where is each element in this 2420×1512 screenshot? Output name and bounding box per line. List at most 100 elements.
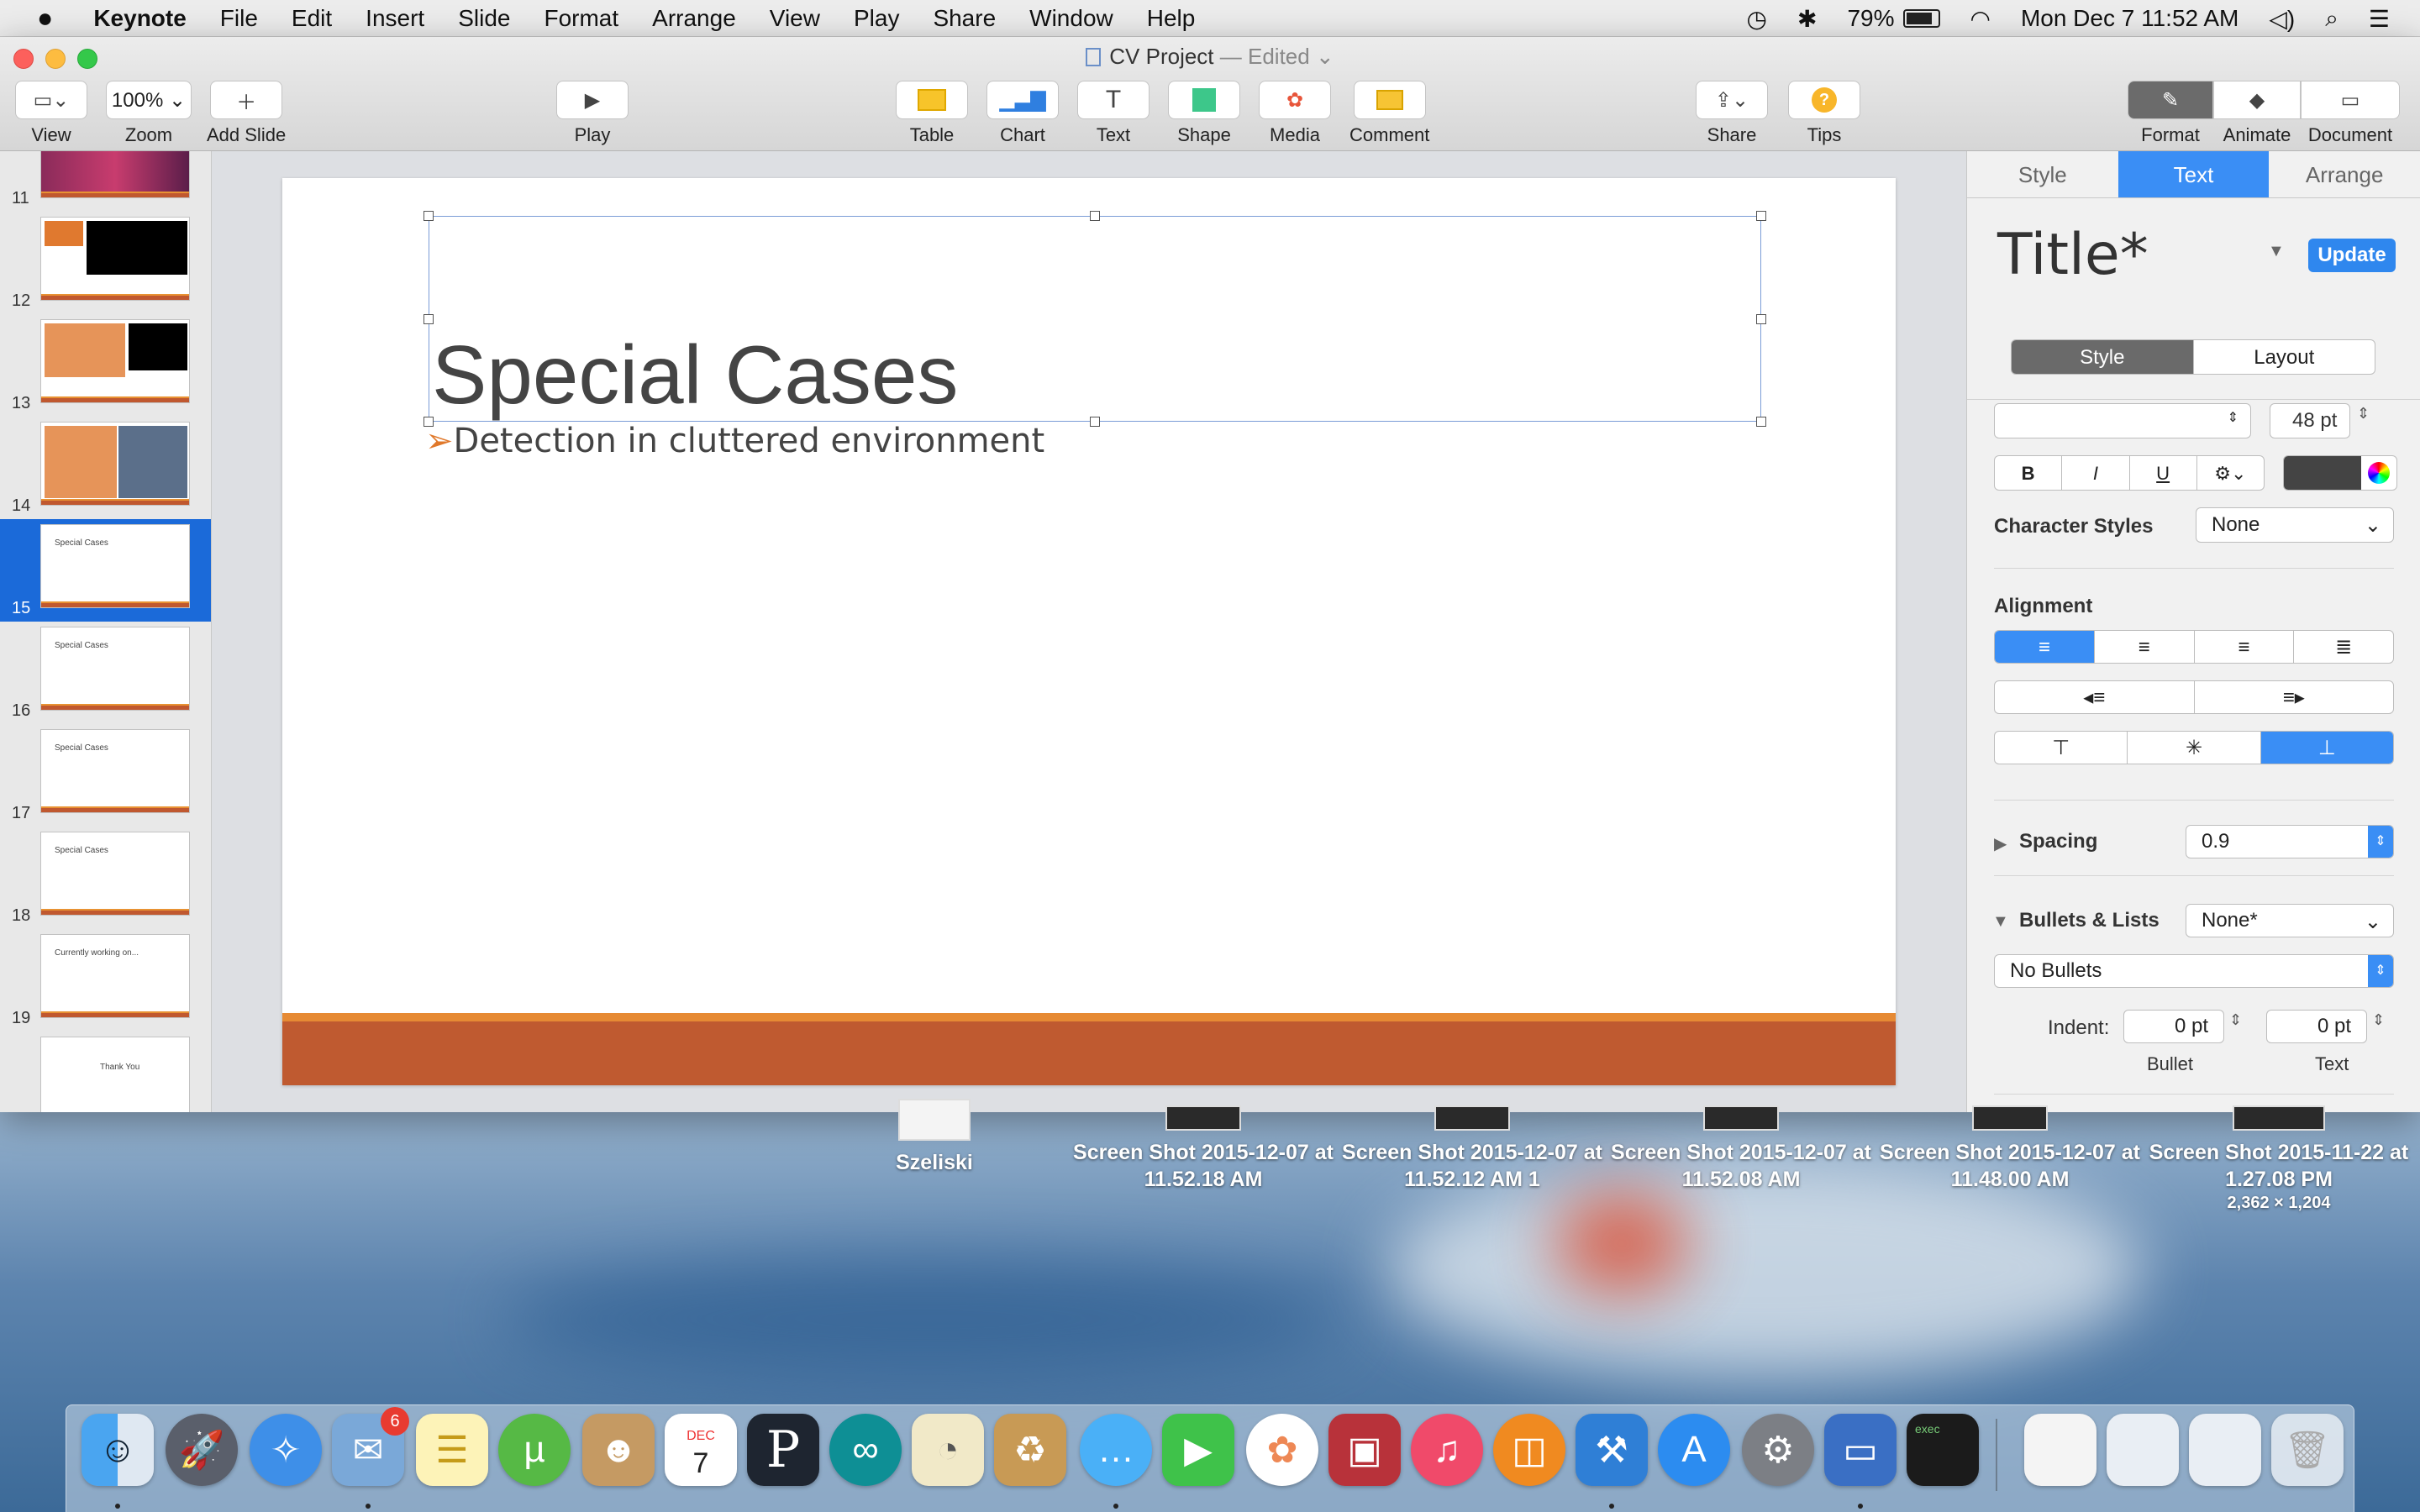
media-button[interactable]: ✿ Media: [1259, 81, 1331, 146]
downloads-stack-icon[interactable]: [2107, 1414, 2179, 1486]
notification-center-icon[interactable]: ☰: [2369, 5, 2390, 33]
contacts-icon[interactable]: ☻: [582, 1414, 655, 1486]
menu-help[interactable]: Help: [1147, 5, 1196, 32]
app-store-icon[interactable]: A: [1658, 1414, 1730, 1486]
menu-insert[interactable]: Insert: [366, 5, 424, 32]
tab-arrange[interactable]: Arrange: [2269, 151, 2420, 197]
resize-handle[interactable]: [1756, 211, 1766, 221]
resize-handle[interactable]: [1090, 417, 1100, 427]
desktop-file-screenshot-2[interactable]: Screen Shot 2015-12-07 at 11.52.12 AM 1: [1338, 1105, 1607, 1193]
screenshots-stack-icon[interactable]: [2189, 1414, 2261, 1486]
subtab-style[interactable]: Style: [2012, 340, 2194, 374]
color-wheel-icon[interactable]: [2368, 462, 2390, 484]
clock[interactable]: Mon Dec 7 11:52 AM: [2021, 5, 2238, 32]
messages-icon[interactable]: …: [1080, 1414, 1152, 1486]
documents-stack-icon[interactable]: [2024, 1414, 2096, 1486]
text-indent-field[interactable]: 0 pt: [2266, 1010, 2367, 1043]
ibooks-icon[interactable]: ◫: [1493, 1414, 1565, 1486]
notes-icon[interactable]: ☰: [416, 1414, 488, 1486]
menu-app-name[interactable]: Keynote: [93, 5, 186, 32]
font-size-stepper[interactable]: ⇕: [2357, 405, 2370, 423]
text-color-well[interactable]: [2283, 455, 2397, 491]
text-options-gear-icon[interactable]: ⚙⌄: [2197, 456, 2264, 490]
underline-button[interactable]: U: [2130, 456, 2197, 490]
tips-button[interactable]: ? Tips: [1788, 81, 1860, 146]
pixelmator-icon[interactable]: P: [747, 1414, 819, 1486]
bullet-indent-stepper[interactable]: ⇕: [2229, 1011, 2242, 1029]
document-button[interactable]: ▭ Document: [2301, 81, 2400, 146]
text-button[interactable]: T Text: [1077, 81, 1150, 146]
menu-arrange[interactable]: Arrange: [652, 5, 736, 32]
menu-window[interactable]: Window: [1029, 5, 1113, 32]
subtab-layout[interactable]: Layout: [2194, 340, 2375, 374]
desktop-file-screenshot-1[interactable]: Screen Shot 2015-12-07 at 11.52.18 AM: [1069, 1105, 1338, 1193]
xcode-icon[interactable]: ⚒: [1576, 1414, 1648, 1486]
tab-text[interactable]: Text: [2118, 151, 2270, 197]
facetime-icon[interactable]: ▶: [1162, 1414, 1234, 1486]
font-size-field[interactable]: 48 pt: [2270, 403, 2350, 438]
zoom-popup[interactable]: 100% ⌄ Zoom: [106, 81, 192, 146]
slide-canvas[interactable]: Special Cases ➢Detection in cluttered en…: [212, 151, 1966, 1112]
menu-slide[interactable]: Slide: [458, 5, 510, 32]
comment-button[interactable]: Comment: [1349, 81, 1429, 146]
slide-thumbnail-11[interactable]: 11: [0, 151, 211, 212]
edited-indicator[interactable]: — Edited ⌄: [1220, 44, 1334, 69]
menu-play[interactable]: Play: [854, 5, 899, 32]
bullets-lists-label[interactable]: Bullets & Lists: [2019, 909, 2160, 932]
slide-thumbnail-14[interactable]: 14: [0, 417, 211, 519]
slide-thumbnail-18[interactable]: Special Cases 18: [0, 827, 211, 929]
volume-icon[interactable]: ◁): [2269, 5, 2295, 33]
slide-thumbnail-15-selected[interactable]: Special Cases 15: [0, 519, 211, 622]
chart-button[interactable]: ▁▃▇ Chart: [986, 81, 1059, 146]
apple-menu-icon[interactable]: ●: [37, 3, 53, 34]
disclosure-triangle-right-icon[interactable]: ▶: [1994, 833, 2007, 854]
calendar-icon[interactable]: DEC 7: [665, 1414, 737, 1486]
spacing-field[interactable]: 0.9 ⇕: [2186, 825, 2394, 858]
time-machine-icon[interactable]: ◷: [1747, 5, 1767, 33]
text-indent-stepper[interactable]: ⇕: [2372, 1011, 2385, 1029]
resize-handle[interactable]: [424, 314, 434, 324]
paragraph-style-name[interactable]: Title*: [1997, 222, 2149, 288]
desktop-file-screenshot-3[interactable]: Screen Shot 2015-12-07 at 11.52.08 AM: [1607, 1105, 1876, 1193]
resize-handle[interactable]: [1756, 314, 1766, 324]
resize-handle[interactable]: [1090, 211, 1100, 221]
slide-thumbnail-19[interactable]: Currently working on... 19: [0, 929, 211, 1032]
menu-format[interactable]: Format: [544, 5, 618, 32]
disclosure-triangle-down-icon[interactable]: ▼: [1992, 912, 2009, 932]
window-title[interactable]: CV Project — Edited ⌄: [0, 44, 2420, 70]
photos-icon[interactable]: ✿: [1246, 1414, 1318, 1486]
resize-handle[interactable]: [424, 417, 434, 427]
align-left-icon[interactable]: ≡: [1995, 631, 2095, 663]
spacing-stepper-icon[interactable]: ⇕: [2368, 826, 2393, 858]
grapher-icon[interactable]: ◔: [912, 1414, 984, 1486]
bullet-type-popup[interactable]: No Bullets ⇕: [1994, 954, 2394, 988]
align-center-icon[interactable]: ≡: [2095, 631, 2195, 663]
terminal-icon[interactable]: exec: [1907, 1414, 1979, 1486]
align-justify-icon[interactable]: ≣: [2294, 631, 2393, 663]
decrease-indent-icon[interactable]: ◂≡: [1995, 681, 2195, 713]
desktop-file-screenshot-4[interactable]: Screen Shot 2015-12-07 at 11.48.00 AM: [1876, 1105, 2144, 1193]
bold-button[interactable]: B: [1995, 456, 2063, 490]
resize-handle[interactable]: [424, 211, 434, 221]
utorrent-icon[interactable]: µ: [498, 1414, 571, 1486]
launchpad-icon[interactable]: 🚀: [166, 1414, 238, 1486]
format-button[interactable]: ✎ Format: [2128, 81, 2213, 146]
align-bottom-icon[interactable]: ⊥: [2260, 732, 2393, 764]
slide-body-text[interactable]: ➢Detection in cluttered environment: [425, 422, 1044, 460]
increase-indent-icon[interactable]: ≡▸: [2195, 681, 2394, 713]
shape-button[interactable]: Shape: [1168, 81, 1240, 146]
menu-view[interactable]: View: [770, 5, 820, 32]
align-top-icon[interactable]: ⊤: [1995, 732, 2128, 764]
title-selection-box[interactable]: [429, 216, 1761, 422]
slide-thumbnail-12[interactable]: 12: [0, 212, 211, 314]
system-preferences-icon[interactable]: ⚙: [1742, 1414, 1814, 1486]
style-dropdown-triangle-icon[interactable]: ▼: [2268, 242, 2285, 261]
play-button[interactable]: ▶ Play: [556, 81, 629, 146]
italic-button[interactable]: I: [2062, 456, 2130, 490]
slide-thumbnail-17[interactable]: Special Cases 17: [0, 724, 211, 827]
resize-handle[interactable]: [1756, 417, 1766, 427]
font-family-popup[interactable]: ⇕: [1994, 403, 2251, 438]
battery-icon[interactable]: [1902, 9, 1940, 28]
align-right-icon[interactable]: ≡: [2195, 631, 2295, 663]
view-button[interactable]: ▭⌄ View: [15, 81, 87, 146]
